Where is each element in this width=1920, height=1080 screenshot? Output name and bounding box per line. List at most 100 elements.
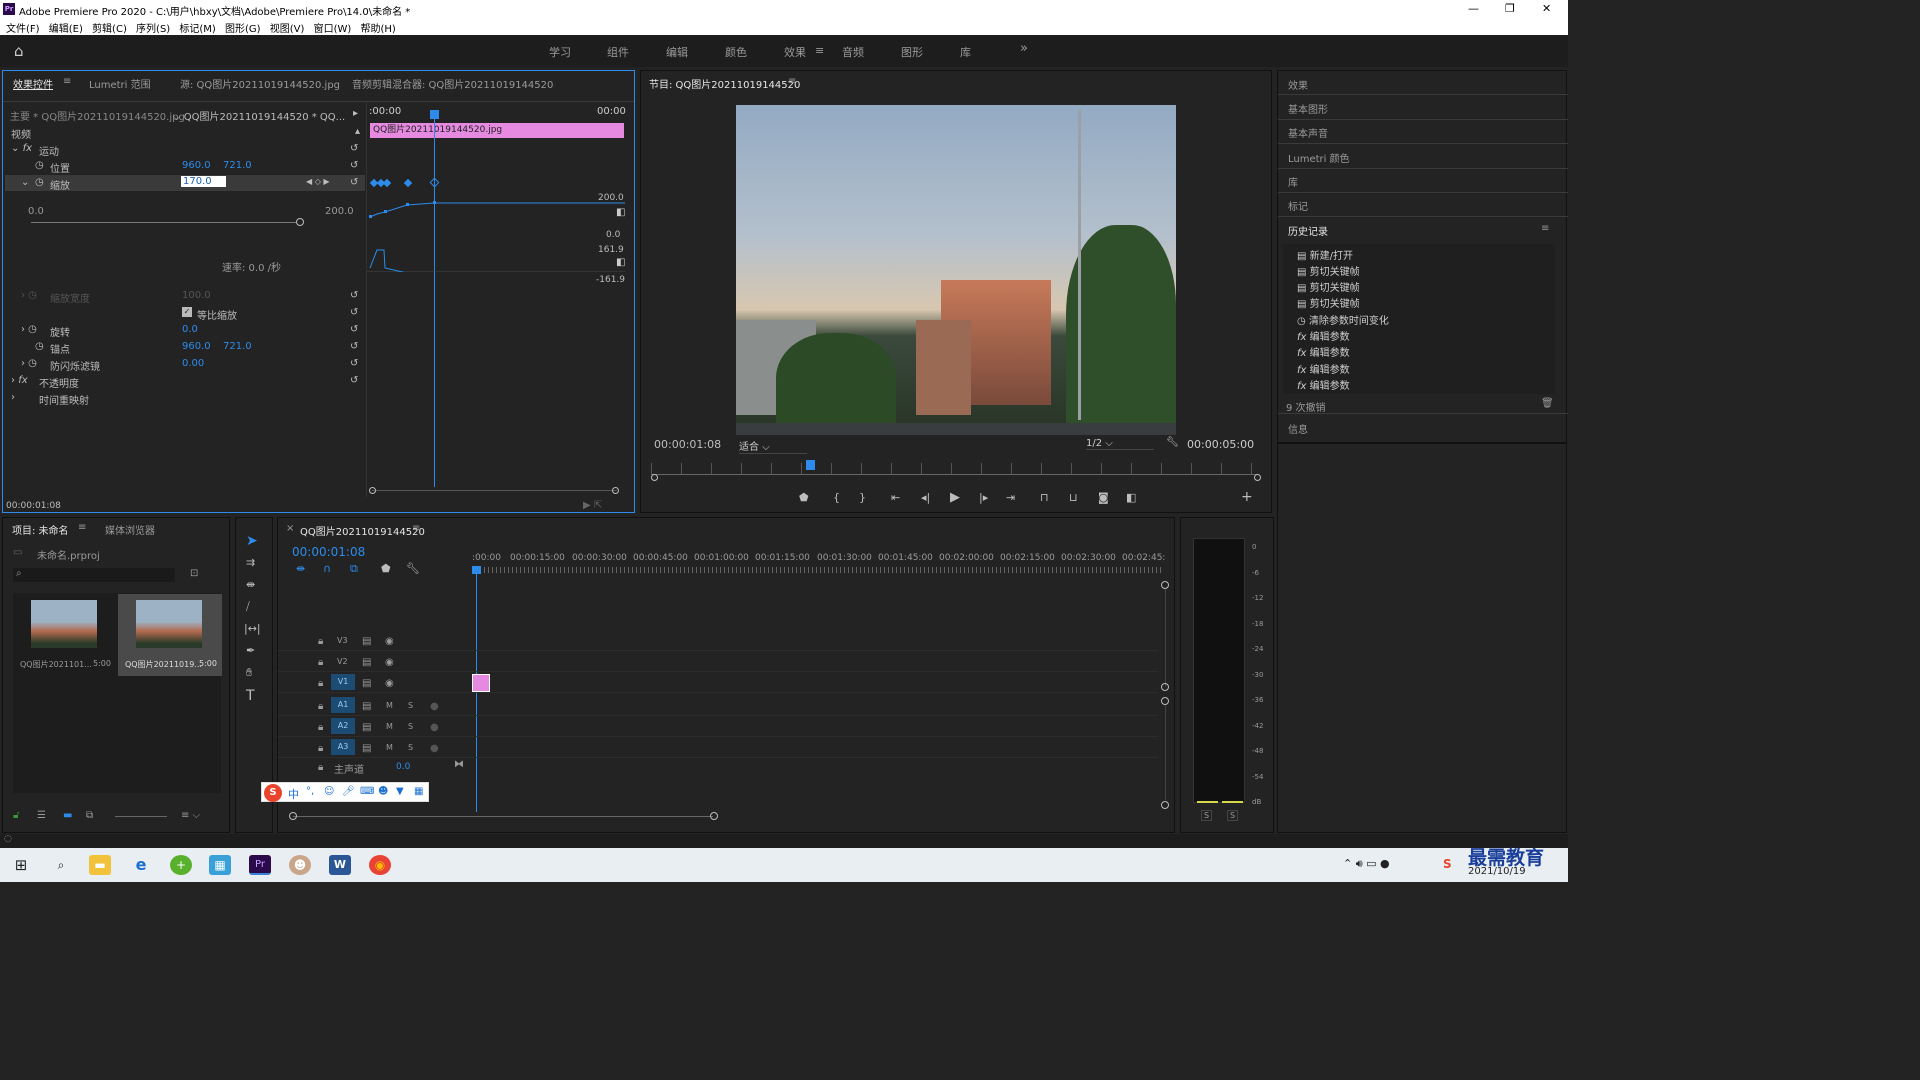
menu-clip[interactable]: 剪辑(C) xyxy=(92,20,127,35)
kf-zoom-right-handle[interactable] xyxy=(612,487,619,494)
solo-button[interactable]: S xyxy=(408,722,413,731)
compare-icon[interactable]: ◧ xyxy=(1126,491,1136,504)
tab-media-browser[interactable]: 媒体浏览器 xyxy=(105,522,155,537)
workspace-effects[interactable]: 效果 xyxy=(784,44,806,60)
menu-sequence[interactable]: 序列(S) xyxy=(136,20,170,35)
mic-icon[interactable]: ● xyxy=(430,743,439,754)
eye-icon[interactable]: ◉ xyxy=(385,636,394,647)
anchor-x-value[interactable]: 960.0 xyxy=(182,341,211,352)
scale-slider-track[interactable] xyxy=(31,222,301,223)
keyframe-nav-icon[interactable]: ◀ ◇ ▶ xyxy=(306,177,330,186)
master-track-value[interactable]: 0.0 xyxy=(396,762,410,772)
program-menu-icon[interactable]: ≡ xyxy=(788,76,796,87)
tab-source[interactable]: 源: QQ图片20211019144520.jpg xyxy=(180,76,340,91)
workspace-libraries[interactable]: 库 xyxy=(960,44,971,60)
sync-lock-icon[interactable]: ▤ xyxy=(362,743,371,754)
snap-icon[interactable]: ∩ xyxy=(323,562,331,575)
hand-icon[interactable]: ✋︎ xyxy=(246,666,252,680)
history-item[interactable]: ▤ 剪切关键帧 xyxy=(1297,279,1360,294)
panel-lumetri-color[interactable]: Lumetri 颜色 xyxy=(1288,150,1350,165)
track-select-icon[interactable]: ⇉ xyxy=(246,556,255,569)
v-scroll-audio-top[interactable] xyxy=(1161,697,1169,705)
anchor-y-value[interactable]: 721.0 xyxy=(223,341,252,352)
rotation-expand-icon[interactable]: › ◷ xyxy=(21,324,37,335)
history-item[interactable]: ▤ 剪切关键帧 xyxy=(1297,295,1360,310)
edge-icon[interactable]: e xyxy=(130,855,152,875)
workspace-learn[interactable]: 学习 xyxy=(549,44,571,60)
go-to-in-icon[interactable]: ⇤ xyxy=(891,491,900,504)
timeline-playhead-line[interactable] xyxy=(476,574,477,812)
sync-lock-icon[interactable]: ▤ xyxy=(362,678,371,689)
wrench-icon[interactable]: 🔧︎ xyxy=(1166,437,1179,448)
menu-help[interactable]: 帮助(H) xyxy=(361,20,396,35)
keyframe-area[interactable]: :00:00 00:00 QQ图片20211019144520.jpg 200.… xyxy=(366,102,634,497)
track-label-v1[interactable]: V1 xyxy=(331,674,355,690)
thumb-zoom-slider[interactable] xyxy=(115,816,167,817)
project-menu-icon[interactable]: ≡ xyxy=(78,522,86,533)
solo-left-button[interactable]: S xyxy=(1201,810,1213,821)
opacity-expand-icon[interactable]: › fx xyxy=(11,375,28,386)
minimize-icon[interactable]: — xyxy=(1468,2,1479,15)
ec-timecode[interactable]: 00:00:01:08 xyxy=(6,501,61,511)
reset-motion-icon[interactable]: ↺ xyxy=(350,143,358,154)
workspace-assembly[interactable]: 组件 xyxy=(607,44,629,60)
scale-expand-icon[interactable]: ⌄ xyxy=(21,177,29,188)
history-item[interactable]: ▤ 新建/打开 xyxy=(1297,247,1353,262)
reset-rotation-icon[interactable]: ↺ xyxy=(350,324,358,335)
uniform-scale-checkbox[interactable]: ✓ xyxy=(182,307,192,317)
trash-icon[interactable]: 🗑︎ xyxy=(1541,398,1554,409)
reset-position-icon[interactable]: ↺ xyxy=(350,160,358,171)
history-item[interactable]: fx 编辑参数 xyxy=(1297,344,1350,359)
go-to-out-icon[interactable]: ⇥ xyxy=(1006,491,1015,504)
home-icon[interactable]: ⌂ xyxy=(14,42,24,60)
lock-icon[interactable]: 🔒︎ xyxy=(318,636,323,647)
reset-scale-width-icon[interactable]: ↺ xyxy=(350,290,358,301)
sequence-tab[interactable]: QQ图片20211019144520 xyxy=(300,523,425,538)
panel-history[interactable]: 历史记录 xyxy=(1288,223,1328,238)
quality-dropdown[interactable]: 1/2 ⌵ xyxy=(1086,438,1154,450)
ime-keyboard-icon[interactable]: ⌨ xyxy=(360,786,374,797)
timeline-playhead-head[interactable] xyxy=(472,566,481,574)
extract-icon[interactable]: ⊔ xyxy=(1069,491,1078,504)
menu-marker[interactable]: 标记(M) xyxy=(179,20,215,35)
menu-file[interactable]: 文件(F) xyxy=(6,20,40,35)
timeline-marker-icon[interactable]: ⬟ xyxy=(381,562,391,575)
reset-opacity-icon[interactable]: ↺ xyxy=(350,375,358,386)
new-bin-icon[interactable]: ⊡ xyxy=(190,568,198,579)
close-sequence-icon[interactable]: × xyxy=(286,523,294,534)
mute-button[interactable]: M xyxy=(386,701,393,710)
v-scroll-top[interactable] xyxy=(1161,581,1169,589)
workspace-editing[interactable]: 编辑 xyxy=(666,44,688,60)
v-scroll-audio[interactable] xyxy=(1165,705,1166,800)
scale-value-input[interactable]: 170.0 xyxy=(181,176,226,187)
history-item[interactable]: fx 编辑参数 xyxy=(1297,328,1350,343)
restore-icon[interactable]: ❐ xyxy=(1505,2,1515,15)
solo-button[interactable]: S xyxy=(408,743,413,752)
v-scroll-video[interactable] xyxy=(1165,589,1166,687)
program-title[interactable]: 节目: QQ图片20211019144520 xyxy=(649,76,800,91)
close-icon[interactable]: ✕ xyxy=(1542,2,1551,15)
v-scroll-bottom[interactable] xyxy=(1161,801,1169,809)
sync-lock-icon[interactable]: ▤ xyxy=(362,722,371,733)
project-thumb-2[interactable] xyxy=(136,600,202,648)
clip-bar[interactable]: QQ图片20211019144520.jpg xyxy=(370,123,624,138)
program-timecode[interactable]: 00:00:01:08 xyxy=(654,438,721,451)
track-label-a2[interactable]: A2 xyxy=(331,718,355,734)
lock-icon[interactable]: 🔒︎ xyxy=(318,657,323,668)
time-remap-expand-icon[interactable]: › xyxy=(11,392,15,403)
premiere-taskbar-icon[interactable]: Pr xyxy=(249,855,271,875)
menu-window[interactable]: 窗口(W) xyxy=(314,20,352,35)
panel-essential-graphics[interactable]: 基本图形 xyxy=(1288,101,1328,116)
freeform-view-icon[interactable]: ⧉ xyxy=(86,810,93,821)
mic-icon[interactable]: ● xyxy=(430,722,439,733)
workspace-menu-icon[interactable]: ≡ xyxy=(815,44,824,57)
mic-icon[interactable]: ● xyxy=(430,701,439,712)
lift-icon[interactable]: ⊓ xyxy=(1040,491,1049,504)
program-ruler[interactable] xyxy=(651,463,1259,475)
add-marker-icon[interactable]: ⬟ xyxy=(799,491,809,504)
graph-toggle-icon[interactable]: ◧ xyxy=(616,207,625,218)
reset-flicker-icon[interactable]: ↺ xyxy=(350,358,358,369)
reset-uniform-icon[interactable]: ↺ xyxy=(350,307,358,318)
menu-edit[interactable]: 编辑(E) xyxy=(49,20,83,35)
anchor-stopwatch-icon[interactable]: ◷ xyxy=(35,341,44,352)
